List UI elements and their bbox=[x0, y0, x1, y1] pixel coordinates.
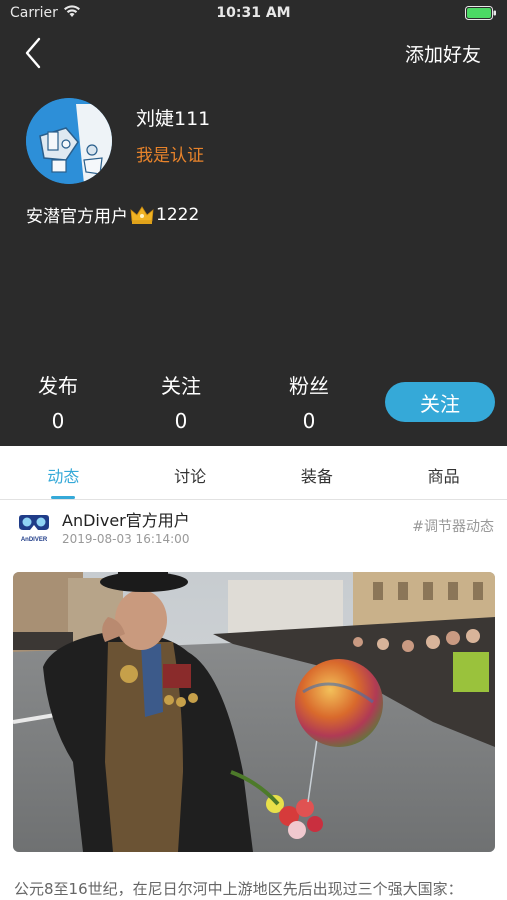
chevron-left-icon[interactable] bbox=[20, 36, 50, 70]
tab-label: 动态 bbox=[47, 467, 80, 486]
stat-value: 0 bbox=[51, 409, 65, 433]
follow-button[interactable]: 关注 bbox=[385, 382, 495, 422]
stat-following[interactable]: 关注 0 bbox=[136, 370, 226, 433]
content-tabs: 动态 讨论 装备 商品 bbox=[0, 446, 507, 500]
tab-label: 装备 bbox=[300, 467, 333, 486]
level-value: 1222 bbox=[156, 204, 200, 225]
crown-icon bbox=[130, 205, 154, 224]
post-photo[interactable] bbox=[13, 572, 495, 852]
tab-equipment[interactable]: 装备 bbox=[254, 446, 381, 499]
post-timestamp: 2019-08-03 16:14:00 bbox=[62, 532, 190, 546]
tab-label: 商品 bbox=[427, 467, 460, 486]
avatar-illustration bbox=[26, 98, 112, 184]
post-avatar-text: AnDIVER bbox=[21, 537, 48, 543]
stat-posts[interactable]: 发布 0 bbox=[13, 370, 103, 433]
tab-label: 讨论 bbox=[174, 467, 207, 486]
post-author-avatar[interactable]: AnDIVER bbox=[16, 510, 52, 546]
post-author-name[interactable]: AnDiver官方用户 bbox=[62, 507, 190, 531]
post-photo-scene bbox=[13, 572, 495, 852]
post-topic-tag[interactable]: #调节器动态 bbox=[412, 516, 494, 536]
stat-value: 0 bbox=[302, 409, 316, 433]
role-label: 安潜官方用户 bbox=[26, 207, 128, 227]
stat-label: 关注 bbox=[161, 374, 201, 398]
tab-products[interactable]: 商品 bbox=[380, 446, 507, 499]
active-tab-indicator bbox=[51, 496, 76, 499]
profile-role: 安潜官方用户 1222 bbox=[26, 202, 200, 228]
verify-link[interactable]: 我是认证 bbox=[136, 141, 204, 166]
tab-discussion[interactable]: 讨论 bbox=[127, 446, 254, 499]
profile-header: Carrier 10:31 AM 添加好友 刘婕111 我是认证 安潜官方用户 … bbox=[0, 0, 507, 446]
status-bar: Carrier 10:31 AM bbox=[0, 0, 507, 28]
post-body-text: 公元8至16世纪，在尼日尔河中上游地区先后出现过三个强大国家： bbox=[14, 880, 463, 898]
stat-label: 发布 bbox=[38, 374, 78, 398]
avatar[interactable] bbox=[26, 98, 112, 184]
battery-icon bbox=[465, 6, 496, 20]
profile-name: 刘婕111 bbox=[136, 108, 211, 130]
stat-label: 粉丝 bbox=[289, 374, 329, 398]
tab-moments[interactable]: 动态 bbox=[0, 446, 127, 499]
status-time: 10:31 AM bbox=[216, 5, 291, 21]
add-friend-button[interactable]: 添加好友 bbox=[405, 40, 481, 67]
stat-fans[interactable]: 粉丝 0 bbox=[264, 370, 354, 433]
stat-value: 0 bbox=[174, 409, 188, 433]
